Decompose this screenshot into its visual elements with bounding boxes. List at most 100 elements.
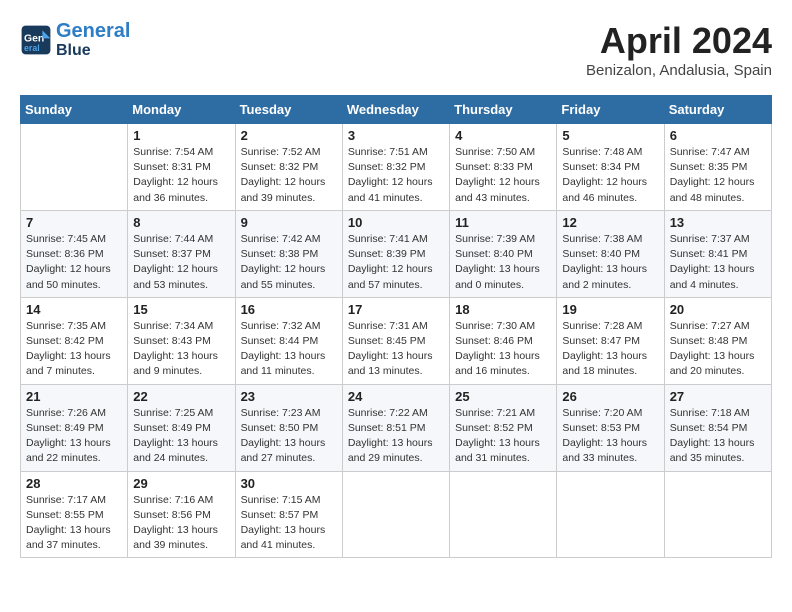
cell-info: Sunrise: 7:23 AMSunset: 8:50 PMDaylight:…	[241, 406, 337, 467]
cell-info: Sunrise: 7:21 AMSunset: 8:52 PMDaylight:…	[455, 406, 551, 467]
calendar-cell: 20Sunrise: 7:27 AMSunset: 8:48 PMDayligh…	[664, 297, 771, 384]
cell-info: Sunrise: 7:42 AMSunset: 8:38 PMDaylight:…	[241, 232, 337, 293]
cell-info: Sunrise: 7:37 AMSunset: 8:41 PMDaylight:…	[670, 232, 766, 293]
calendar-cell: 14 Sunrise: 7:35 AMSunset: 8:42 PMDayligh…	[21, 297, 128, 384]
calendar-cell: 13 Sunrise: 7:37 AMSunset: 8:41 PMDayligh…	[664, 210, 771, 297]
logo-text-line1: General	[56, 20, 130, 42]
cell-day-number: 16	[241, 302, 337, 317]
cell-day-number: 4	[455, 128, 551, 143]
cell-info: Sunrise: 7:31 AMSunset: 8:45 PMDaylight:…	[348, 319, 444, 380]
calendar-cell: 10Sunrise: 7:41 AMSunset: 8:39 PMDayligh…	[342, 210, 449, 297]
calendar-cell: 21 Sunrise: 7:26 AMSunset: 8:49 PMDayligh…	[21, 384, 128, 471]
calendar-cell: 12Sunrise: 7:38 AMSunset: 8:40 PMDayligh…	[557, 210, 664, 297]
calendar-cell: 5 Sunrise: 7:48 AMSunset: 8:34 PMDaylight…	[557, 124, 664, 211]
day-header-friday: Friday	[557, 96, 664, 124]
calendar-cell: 1Sunrise: 7:54 AMSunset: 8:31 PMDaylight…	[128, 124, 235, 211]
cell-day-number: 28	[26, 476, 122, 491]
calendar-cell: 18 Sunrise: 7:30 AMSunset: 8:46 PMDayligh…	[450, 297, 557, 384]
calendar-cell: 30Sunrise: 7:15 AMSunset: 8:57 PMDayligh…	[235, 471, 342, 558]
cell-info: Sunrise: 7:38 AMSunset: 8:40 PMDaylight:…	[562, 232, 658, 293]
cell-day-number: 23	[241, 389, 337, 404]
calendar-cell: 11 Sunrise: 7:39 AMSunset: 8:40 PMDayligh…	[450, 210, 557, 297]
day-header-saturday: Saturday	[664, 96, 771, 124]
day-header-thursday: Thursday	[450, 96, 557, 124]
cell-day-number: 24	[348, 389, 444, 404]
calendar-week-row: 14 Sunrise: 7:35 AMSunset: 8:42 PMDayligh…	[21, 297, 772, 384]
calendar-cell: 26 Sunrise: 7:20 AMSunset: 8:53 PMDayligh…	[557, 384, 664, 471]
cell-info: Sunrise: 7:18 AMSunset: 8:54 PMDaylight:…	[670, 406, 766, 467]
cell-day-number: 11	[455, 215, 551, 230]
header: Gen eral General Blue April 2024 Benizal…	[20, 20, 772, 79]
cell-day-number: 9	[241, 215, 337, 230]
cell-day-number: 27	[670, 389, 766, 404]
cell-day-number: 25	[455, 389, 551, 404]
calendar-cell: 29 Sunrise: 7:16 AMSunset: 8:56 PMDayligh…	[128, 471, 235, 558]
cell-day-number: 5	[562, 128, 658, 143]
cell-info: Sunrise: 7:44 AMSunset: 8:37 PMDaylight:…	[133, 232, 229, 293]
logo-icon: Gen eral	[20, 24, 52, 56]
cell-info: Sunrise: 7:22 AMSunset: 8:51 PMDaylight:…	[348, 406, 444, 467]
calendar-table: SundayMondayTuesdayWednesdayThursdayFrid…	[20, 95, 772, 558]
cell-info: Sunrise: 7:15 AMSunset: 8:57 PMDaylight:…	[241, 493, 337, 554]
calendar-cell: 22Sunrise: 7:25 AMSunset: 8:49 PMDayligh…	[128, 384, 235, 471]
calendar-cell: 17 Sunrise: 7:31 AMSunset: 8:45 PMDayligh…	[342, 297, 449, 384]
cell-day-number: 21	[26, 389, 122, 404]
svg-text:eral: eral	[24, 43, 40, 53]
calendar-cell: 3Sunrise: 7:51 AMSunset: 8:32 PMDaylight…	[342, 124, 449, 211]
cell-day-number: 10	[348, 215, 444, 230]
cell-info: Sunrise: 7:26 AMSunset: 8:49 PMDaylight:…	[26, 406, 122, 467]
logo-text-line2: Blue	[56, 42, 130, 60]
calendar-cell: 23 Sunrise: 7:23 AMSunset: 8:50 PMDayligh…	[235, 384, 342, 471]
calendar-cell: 15 Sunrise: 7:34 AMSunset: 8:43 PMDayligh…	[128, 297, 235, 384]
cell-day-number: 13	[670, 215, 766, 230]
title-area: April 2024 Benizalon, Andalusia, Spain	[586, 20, 772, 79]
cell-info: Sunrise: 7:51 AMSunset: 8:32 PMDaylight:…	[348, 145, 444, 206]
cell-day-number: 14	[26, 302, 122, 317]
cell-info: Sunrise: 7:54 AMSunset: 8:31 PMDaylight:…	[133, 145, 229, 206]
cell-info: Sunrise: 7:25 AMSunset: 8:49 PMDaylight:…	[133, 406, 229, 467]
calendar-week-row: 7Sunrise: 7:45 AMSunset: 8:36 PMDaylight…	[21, 210, 772, 297]
cell-info: Sunrise: 7:28 AMSunset: 8:47 PMDaylight:…	[562, 319, 658, 380]
calendar-cell: 19 Sunrise: 7:28 AMSunset: 8:47 PMDayligh…	[557, 297, 664, 384]
calendar-body: 1Sunrise: 7:54 AMSunset: 8:31 PMDaylight…	[21, 124, 772, 558]
day-header-sunday: Sunday	[21, 96, 128, 124]
calendar-week-row: 28 Sunrise: 7:17 AMSunset: 8:55 PMDayligh…	[21, 471, 772, 558]
location: Benizalon, Andalusia, Spain	[586, 62, 772, 79]
cell-day-number: 6	[670, 128, 766, 143]
day-header-wednesday: Wednesday	[342, 96, 449, 124]
cell-info: Sunrise: 7:45 AMSunset: 8:36 PMDaylight:…	[26, 232, 122, 293]
cell-day-number: 8	[133, 215, 229, 230]
cell-info: Sunrise: 7:48 AMSunset: 8:34 PMDaylight:…	[562, 145, 658, 206]
calendar-cell	[557, 471, 664, 558]
cell-day-number: 2	[241, 128, 337, 143]
cell-info: Sunrise: 7:35 AMSunset: 8:42 PMDaylight:…	[26, 319, 122, 380]
day-header-tuesday: Tuesday	[235, 96, 342, 124]
cell-info: Sunrise: 7:16 AMSunset: 8:56 PMDaylight:…	[133, 493, 229, 554]
cell-info: Sunrise: 7:34 AMSunset: 8:43 PMDaylight:…	[133, 319, 229, 380]
cell-day-number: 29	[133, 476, 229, 491]
day-header-monday: Monday	[128, 96, 235, 124]
calendar-cell: 28 Sunrise: 7:17 AMSunset: 8:55 PMDayligh…	[21, 471, 128, 558]
cell-info: Sunrise: 7:32 AMSunset: 8:44 PMDaylight:…	[241, 319, 337, 380]
calendar-week-row: 21 Sunrise: 7:26 AMSunset: 8:49 PMDayligh…	[21, 384, 772, 471]
cell-info: Sunrise: 7:30 AMSunset: 8:46 PMDaylight:…	[455, 319, 551, 380]
calendar-cell: 8 Sunrise: 7:44 AMSunset: 8:37 PMDaylight…	[128, 210, 235, 297]
calendar-cell	[21, 124, 128, 211]
calendar-cell: 2 Sunrise: 7:52 AMSunset: 8:32 PMDaylight…	[235, 124, 342, 211]
calendar-cell	[450, 471, 557, 558]
cell-day-number: 18	[455, 302, 551, 317]
cell-day-number: 26	[562, 389, 658, 404]
cell-info: Sunrise: 7:20 AMSunset: 8:53 PMDaylight:…	[562, 406, 658, 467]
cell-day-number: 17	[348, 302, 444, 317]
calendar-header-row: SundayMondayTuesdayWednesdayThursdayFrid…	[21, 96, 772, 124]
cell-day-number: 15	[133, 302, 229, 317]
calendar-cell: 6Sunrise: 7:47 AMSunset: 8:35 PMDaylight…	[664, 124, 771, 211]
calendar-cell: 25 Sunrise: 7:21 AMSunset: 8:52 PMDayligh…	[450, 384, 557, 471]
calendar-cell: 7Sunrise: 7:45 AMSunset: 8:36 PMDaylight…	[21, 210, 128, 297]
logo: Gen eral General Blue	[20, 20, 130, 60]
cell-info: Sunrise: 7:17 AMSunset: 8:55 PMDaylight:…	[26, 493, 122, 554]
cell-info: Sunrise: 7:39 AMSunset: 8:40 PMDaylight:…	[455, 232, 551, 293]
cell-info: Sunrise: 7:52 AMSunset: 8:32 PMDaylight:…	[241, 145, 337, 206]
cell-info: Sunrise: 7:50 AMSunset: 8:33 PMDaylight:…	[455, 145, 551, 206]
cell-day-number: 19	[562, 302, 658, 317]
